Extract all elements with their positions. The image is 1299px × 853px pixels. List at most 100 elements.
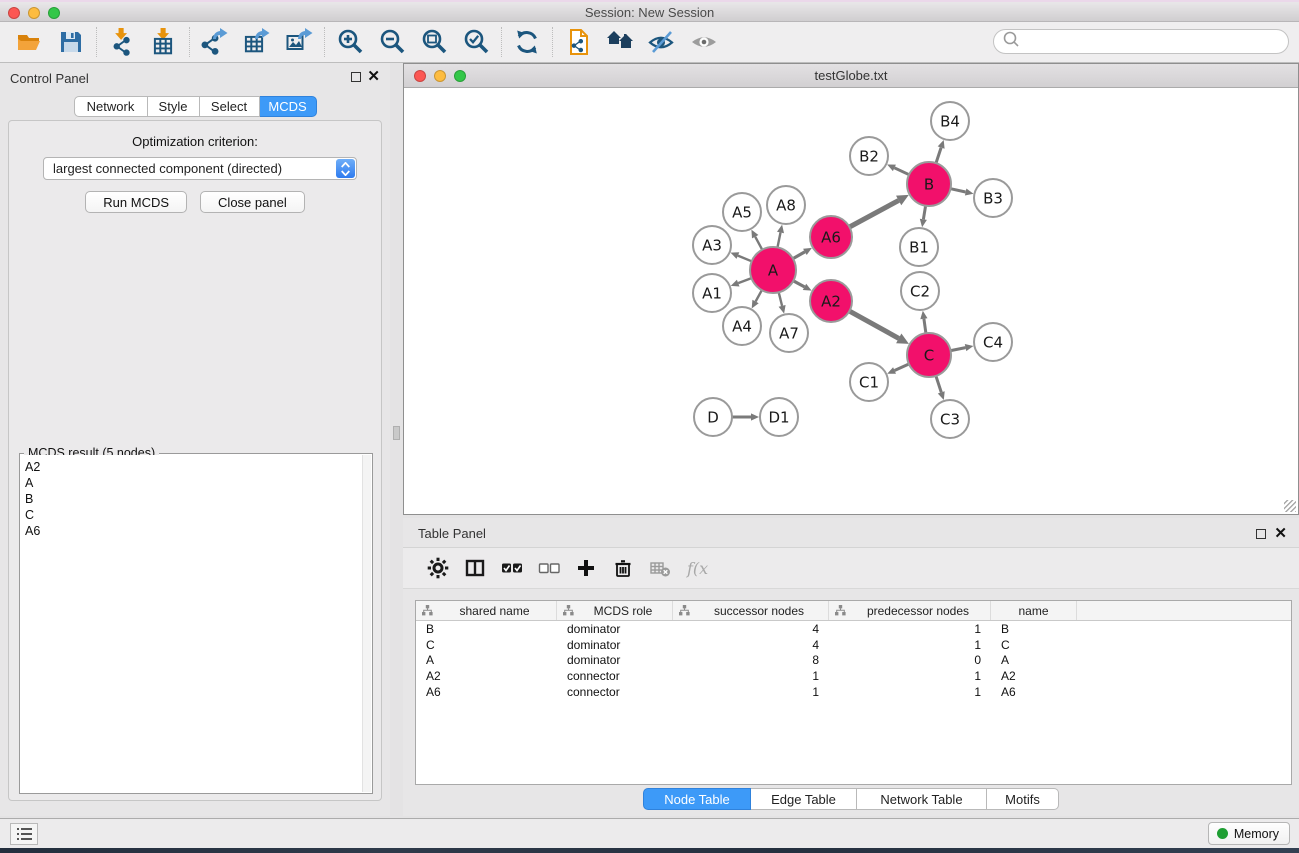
node-A2[interactable]: A2 — [810, 280, 852, 322]
node-A[interactable]: A — [750, 247, 796, 293]
save-session-button[interactable] — [50, 25, 92, 59]
tab-edge-table[interactable]: Edge Table — [751, 788, 857, 810]
node-C4[interactable]: C4 — [974, 323, 1012, 361]
table-row[interactable]: Adominator80A — [416, 653, 1291, 669]
edge-B-B2[interactable] — [887, 165, 909, 175]
cell-successor-nodes[interactable]: 8 — [673, 653, 829, 667]
cell-shared-name[interactable]: A — [416, 653, 557, 667]
export-network-button[interactable] — [194, 25, 236, 59]
node-D[interactable]: D — [694, 398, 732, 436]
run-mcds-button[interactable]: Run MCDS — [85, 191, 187, 213]
edge-A-A1[interactable] — [731, 278, 752, 286]
table-row[interactable]: Cdominator41C — [416, 637, 1291, 653]
cell-shared-name[interactable]: B — [416, 622, 557, 636]
cell-MCDS-role[interactable]: connector — [557, 669, 673, 683]
cell-shared-name[interactable]: C — [416, 638, 557, 652]
edge-A-A6[interactable] — [793, 248, 812, 259]
node-C1[interactable]: C1 — [850, 363, 888, 401]
table-row[interactable]: A6connector11A6 — [416, 684, 1291, 700]
node-A6[interactable]: A6 — [810, 216, 852, 258]
overview-home-button[interactable] — [599, 25, 641, 59]
tab-motifs[interactable]: Motifs — [987, 788, 1059, 810]
cell-successor-nodes[interactable]: 1 — [673, 685, 829, 699]
node-C2[interactable]: C2 — [901, 272, 939, 310]
tab-node-table[interactable]: Node Table — [643, 788, 751, 810]
edge-A-A3[interactable] — [731, 252, 752, 261]
tab-mcds[interactable]: MCDS — [260, 96, 317, 117]
table-float-panel-icon[interactable] — [1256, 529, 1266, 539]
table-row[interactable]: Bdominator41B — [416, 621, 1291, 637]
task-history-button[interactable] — [10, 823, 38, 845]
column-header-successor-nodes[interactable]: successor nodes — [673, 601, 829, 620]
tab-network-table[interactable]: Network Table — [857, 788, 987, 810]
zoom-in-button[interactable] — [329, 25, 371, 59]
node-B3[interactable]: B3 — [974, 179, 1012, 217]
result-item[interactable]: C — [25, 507, 362, 523]
result-item[interactable]: A2 — [25, 459, 362, 475]
cell-name[interactable]: A2 — [991, 669, 1077, 683]
cell-predecessor-nodes[interactable]: 1 — [829, 622, 991, 636]
node-D1[interactable]: D1 — [760, 398, 798, 436]
edge-C-C2[interactable] — [920, 311, 927, 333]
node-B[interactable]: B — [907, 162, 951, 206]
node-A8[interactable]: A8 — [767, 186, 805, 224]
node-B4[interactable]: B4 — [931, 102, 969, 140]
cell-MCDS-role[interactable]: dominator — [557, 622, 673, 636]
cell-successor-nodes[interactable]: 4 — [673, 638, 829, 652]
edge-C-C4[interactable] — [951, 344, 974, 351]
node-A5[interactable]: A5 — [723, 193, 761, 231]
column-header-predecessor-nodes[interactable]: predecessor nodes — [829, 601, 991, 620]
edge-B-B1[interactable] — [920, 206, 927, 228]
criterion-select[interactable]: largest connected component (directed) — [43, 157, 357, 180]
search-input[interactable] — [1021, 32, 1288, 52]
open-file-button[interactable] — [8, 25, 50, 59]
edge-C-C3[interactable] — [936, 376, 945, 400]
cell-name[interactable]: C — [991, 638, 1077, 652]
cell-shared-name[interactable]: A2 — [416, 669, 557, 683]
create-column-button[interactable] — [567, 551, 604, 585]
show-columns-button[interactable] — [456, 551, 493, 585]
zoom-selected-button[interactable] — [455, 25, 497, 59]
network-canvas[interactable]: B4 B2 B B3 A8 A5 A6 A3 B1 A C2 A1 A2 — [405, 88, 1297, 513]
node-A7[interactable]: A7 — [770, 314, 808, 352]
tab-style[interactable]: Style — [148, 96, 200, 117]
edge-A2-C[interactable] — [849, 311, 909, 344]
node-C3[interactable]: C3 — [931, 400, 969, 438]
edge-A6-B[interactable] — [850, 195, 909, 227]
column-header-shared-name[interactable]: shared name — [416, 601, 557, 620]
show-graphics-details-button[interactable] — [683, 25, 725, 59]
select-all-columns-button[interactable] — [493, 551, 530, 585]
node-A1[interactable]: A1 — [693, 274, 731, 312]
mcds-result-list[interactable]: A2ABCA6 — [21, 455, 362, 792]
cell-shared-name[interactable]: A6 — [416, 685, 557, 699]
cell-predecessor-nodes[interactable]: 1 — [829, 685, 991, 699]
cell-MCDS-role[interactable]: connector — [557, 685, 673, 699]
tab-select[interactable]: Select — [200, 96, 260, 117]
result-item[interactable]: A — [25, 475, 362, 491]
result-item[interactable]: A6 — [25, 523, 362, 539]
export-table-button[interactable] — [236, 25, 278, 59]
cell-name[interactable]: A — [991, 653, 1077, 667]
memory-button[interactable]: Memory — [1208, 822, 1290, 845]
zoom-fit-button[interactable] — [413, 25, 455, 59]
node-B2[interactable]: B2 — [850, 137, 888, 175]
network-window-titlebar[interactable]: testGlobe.txt — [404, 64, 1298, 88]
cell-name[interactable]: B — [991, 622, 1077, 636]
edge-A-A8[interactable] — [777, 225, 784, 248]
export-image-button[interactable] — [278, 25, 320, 59]
column-header-name[interactable]: name — [991, 601, 1077, 620]
edge-A-A7[interactable] — [779, 292, 786, 313]
cell-MCDS-role[interactable]: dominator — [557, 653, 673, 667]
refresh-button[interactable] — [506, 25, 548, 59]
node-A4[interactable]: A4 — [723, 307, 761, 345]
cell-successor-nodes[interactable]: 1 — [673, 669, 829, 683]
cell-predecessor-nodes[interactable]: 0 — [829, 653, 991, 667]
tab-network[interactable]: Network — [74, 96, 148, 117]
close-panel-button[interactable]: Close panel — [200, 191, 305, 213]
edge-C-C1[interactable] — [887, 364, 909, 374]
edge-A-A2[interactable] — [793, 281, 811, 291]
edge-A-A5[interactable] — [751, 230, 762, 250]
table-close-panel-icon[interactable]: ✕ — [1274, 524, 1287, 542]
cell-MCDS-role[interactable]: dominator — [557, 638, 673, 652]
edge-B-B3[interactable] — [951, 189, 974, 196]
